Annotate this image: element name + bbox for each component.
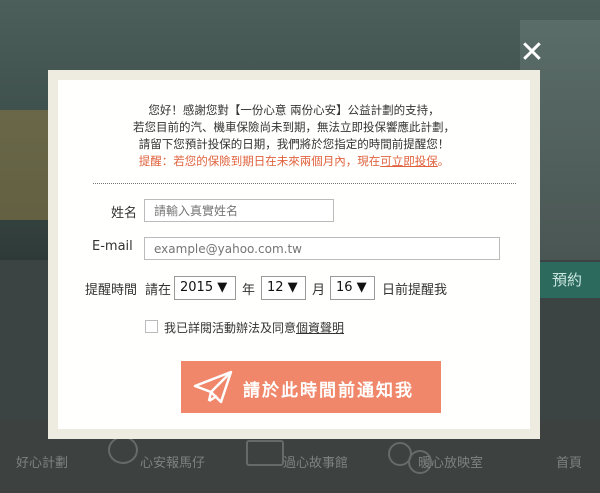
background-banner: 預約 [540,262,600,298]
nav-item-plan[interactable]: 好心計劃 [16,452,68,471]
nav-item-reporter[interactable]: 心安報馬仔 [140,452,205,471]
email-input[interactable] [144,237,500,260]
submit-label: 請於此時間前通知我 [243,381,414,401]
name-label: 姓名 [111,206,138,221]
nav-icon [108,436,138,464]
close-icon: ✕ [519,35,545,70]
message-line: 請留下您預計投保的日期，我們將於您指定的時間前提醒您！ [138,137,450,151]
email-label: E-mail [92,239,133,254]
nav-icon [246,440,284,466]
modal-content: 您好！感謝您對【一份心意 兩份心安】公益計劃的支持， 若您目前的汽、機車保險尚未… [58,80,530,429]
reminder-label: 提醒時間 [85,283,138,298]
year-unit: 年 [242,283,256,298]
agree-checkbox[interactable] [145,320,158,333]
reminder-modal: 您好！感謝您對【一份心意 兩份心安】公益計劃的支持， 若您目前的汽、機車保險尚未… [48,70,540,439]
message-line: 您好！感謝您對【一份心意 兩份心安】公益計劃的支持， [148,103,440,117]
nav-item-home[interactable]: 首頁 [556,452,582,471]
in-label: 請在 [145,283,172,298]
month-unit: 月 [312,283,326,298]
submit-button[interactable]: 請於此時間前通知我 [181,361,441,413]
name-input[interactable] [144,199,334,222]
alert-message: 提醒：若您的保險到期日在未來兩個月內，現在可立即投保。 [138,154,450,168]
privacy-statement-link[interactable]: 個資聲明 [296,321,344,335]
day-suffix: 日前提醒我 [382,283,448,298]
year-select[interactable]: 2015 ▼ [174,276,236,300]
day-select[interactable]: 16 ▼ [330,276,375,300]
divider [93,183,516,184]
nav-item-theater[interactable]: 暖心放映室 [418,452,483,471]
nav-item-stories[interactable]: 過心故事館 [283,452,348,471]
buy-now-link[interactable]: 可立即投保 [380,154,438,168]
message-line: 若您目前的汽、機車保險尚未到期，無法立即投保響應此計劃， [133,120,455,134]
paper-plane-icon [193,370,233,404]
close-button[interactable]: ✕ [518,38,546,68]
month-select[interactable]: 12 ▼ [261,276,306,300]
agree-text: 我已詳閱活動辦法及同意個資聲明 [164,321,345,335]
intro-message: 您好！感謝您對【一份心意 兩份心安】公益計劃的支持， 若您目前的汽、機車保險尚未… [58,102,530,170]
